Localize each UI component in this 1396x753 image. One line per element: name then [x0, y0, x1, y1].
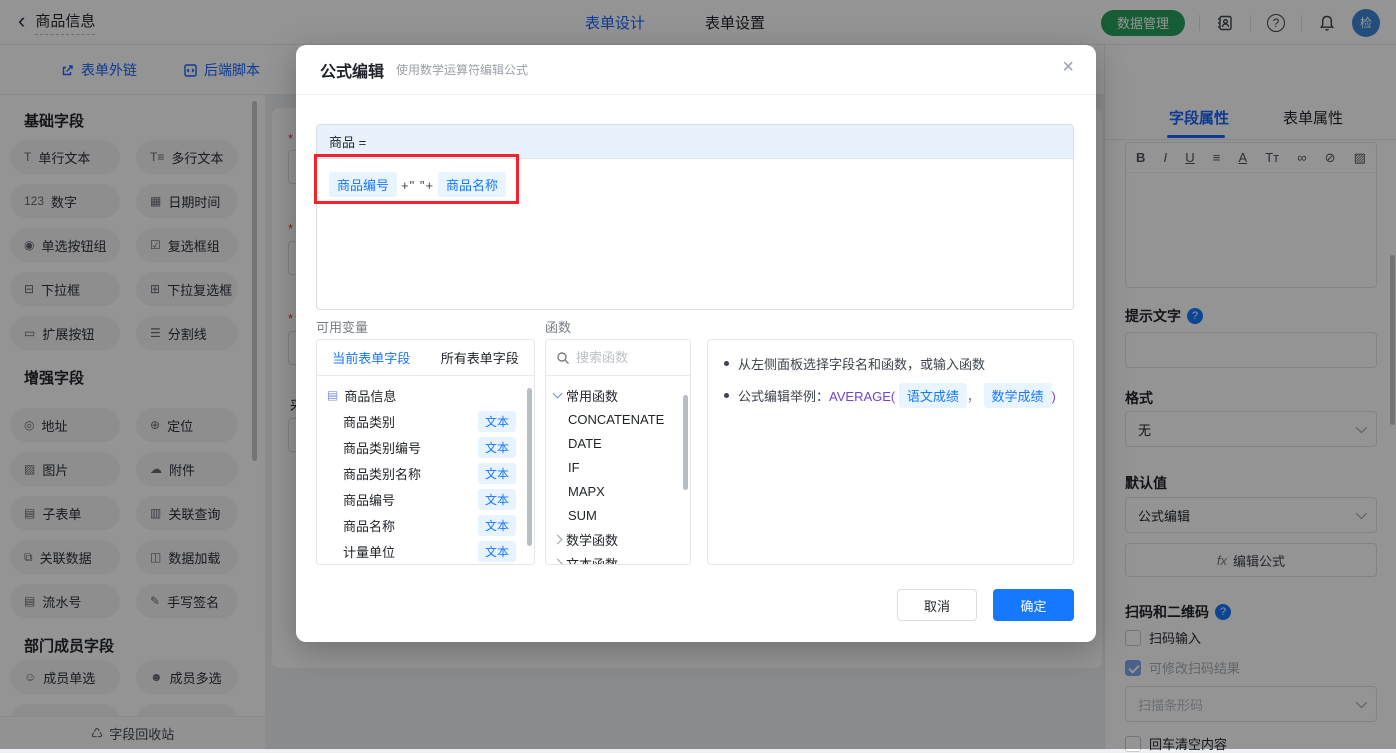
hint-text: 公式编辑举例：AVERAGE( 语文成绩， 数学成绩) — [738, 383, 1056, 408]
field-type-badge: 文本 — [477, 410, 516, 432]
function-item[interactable]: DATE — [546, 431, 690, 455]
tree-field[interactable]: 商品类别 文本 — [317, 408, 534, 434]
modal-subtitle: 使用数学运算符编辑公式 — [396, 63, 529, 77]
tree-field-label: 商品类别 — [343, 414, 396, 430]
cancel-button[interactable]: 取消 — [897, 589, 977, 621]
tree-field-label: 计量单位 — [343, 544, 396, 560]
modal-title: 公式编辑 — [320, 63, 385, 81]
confirm-button[interactable]: 确定 — [993, 589, 1074, 621]
function-group-label: 数学函数 — [566, 532, 619, 548]
variables-panel: 当前表单字段 所有表单字段 ▤ 商品信息 商品类别 文本 商品类别编号 文本 商品类… — [316, 339, 535, 565]
form-document-icon: ▤ — [327, 388, 339, 402]
modal-header: 公式编辑 使用数学运算符编辑公式 × — [296, 45, 1096, 95]
function-item[interactable]: IF — [546, 455, 690, 479]
field-type-badge: 文本 — [477, 436, 516, 458]
field-type-badge: 文本 — [477, 462, 516, 484]
example-field-chip: 语文成绩 — [898, 383, 967, 408]
variables-section-label: 可用变量 — [316, 320, 369, 335]
functions-panel: 常用函数 CONCATENATE DATE IF MAPX SUM 数学函数 文… — [545, 339, 691, 565]
tree-field-label: 商品编号 — [343, 492, 396, 508]
tree-field[interactable]: 商品名称 文本 — [317, 512, 534, 538]
variables-scrollbar[interactable] — [527, 388, 532, 546]
hint-line-2: 公式编辑举例：AVERAGE( 语文成绩， 数学成绩) — [724, 383, 1056, 408]
formula-editor: 商品 = 商品编号 +" "+ 商品名称 — [314, 124, 1074, 310]
function-group-math[interactable]: 数学函数 — [546, 527, 690, 551]
operator-text: +" "+ — [401, 178, 435, 193]
search-icon — [557, 351, 569, 364]
function-item[interactable]: SUM — [546, 503, 690, 527]
function-group-common[interactable]: 常用函数 — [546, 383, 690, 407]
variables-tabs: 当前表单字段 所有表单字段 — [317, 340, 534, 376]
function-group-label: 文本函数 — [566, 556, 619, 565]
example-field-chip: 数学成绩 — [983, 383, 1052, 408]
bullet-icon — [724, 393, 729, 398]
tree-root-form[interactable]: ▤ 商品信息 — [317, 382, 534, 408]
formula-input-area[interactable]: 商品编号 +" "+ 商品名称 — [314, 154, 1073, 309]
function-item[interactable]: CONCATENATE — [546, 407, 690, 431]
hint-line-1: 从左侧面板选择字段名和函数，或输入函数 — [724, 354, 985, 373]
tab-current-form-fields[interactable]: 当前表单字段 — [317, 340, 426, 375]
function-group-label: 常用函数 — [566, 388, 619, 404]
field-type-badge: 文本 — [477, 488, 516, 510]
tree-field-label: 商品名称 — [343, 518, 396, 534]
field-token[interactable]: 商品名称 — [438, 172, 507, 197]
hint-text: 从左侧面板选择字段名和函数，或输入函数 — [738, 357, 986, 372]
formula-edit-modal: 公式编辑 使用数学运算符编辑公式 × 商品 = 商品编号 +" "+ 商品名称 可用… — [296, 45, 1096, 642]
close-icon[interactable]: × — [1062, 57, 1074, 77]
function-search — [546, 340, 690, 376]
tab-all-form-fields[interactable]: 所有表单字段 — [426, 340, 535, 375]
tree-field-label: 商品类别名称 — [343, 466, 422, 482]
function-group-text[interactable]: 文本函数 — [546, 551, 690, 565]
hints-panel: 从左侧面板选择字段名和函数，或输入函数 公式编辑举例：AVERAGE( 语文成绩… — [707, 339, 1074, 565]
formula-target: 商品 = — [317, 125, 1073, 159]
tree-root-label: 商品信息 — [344, 388, 397, 404]
chevron-right-icon — [552, 534, 563, 544]
functions-scrollbar[interactable] — [683, 395, 688, 490]
field-type-badge: 文本 — [477, 514, 516, 536]
chevron-down-icon — [552, 388, 563, 399]
tree-field[interactable]: 商品类别编号 文本 — [317, 434, 534, 460]
function-item[interactable]: MAPX — [546, 479, 690, 503]
tree-field-label: 商品类别编号 — [343, 440, 422, 456]
functions-section-label: 函数 — [545, 320, 572, 335]
bullet-icon — [724, 361, 729, 366]
chevron-right-icon — [552, 558, 563, 564]
field-token[interactable]: 商品编号 — [329, 172, 398, 197]
tree-field[interactable]: 商品类别名称 文本 — [317, 460, 534, 486]
tree-field[interactable]: 计量单位 文本 — [317, 538, 534, 564]
function-search-input[interactable] — [576, 350, 676, 365]
field-type-badge: 文本 — [477, 540, 516, 562]
tree-field[interactable]: 商品编号 文本 — [317, 486, 534, 512]
